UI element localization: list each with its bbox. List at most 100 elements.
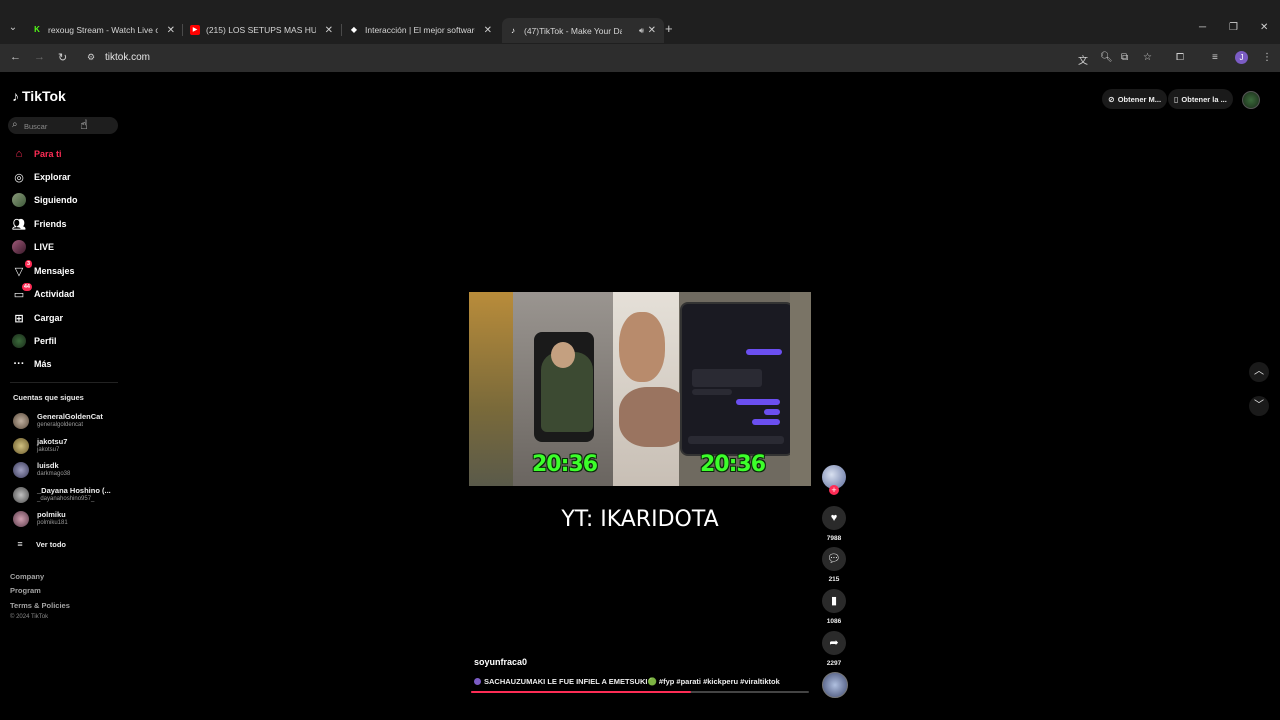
nav-cargar[interactable]: ⊞ Cargar [12,310,63,326]
caption-text: SACHAUZUMAKI LE FUE INFIEL A EMETSUKI🟢 #… [484,677,780,686]
nav-label: Siguiendo [34,195,78,205]
close-icon[interactable]: ✕ [167,25,175,36]
tab-tiktok-active[interactable]: ♪ (47)TikTok - Make Your Day 🔊︎ ✕ [502,18,664,43]
video-progress-fill [471,691,691,693]
tab-search-icon[interactable]: ⌄ [5,20,21,36]
copyright-text: © 2024 TikTok [10,614,49,620]
account-handle: _dayanahoshino957_ [37,496,95,502]
see-all-link[interactable]: ≡ Ver todo [13,539,66,549]
forward-icon[interactable]: → [34,51,45,63]
speaker-icon[interactable]: 🔊︎ [639,26,644,36]
menu-dots-icon[interactable]: ⋮ [1262,52,1272,63]
account-name: luisdk [37,461,59,470]
back-icon[interactable]: ← [10,51,21,63]
profile-icon [12,334,26,348]
nav-friends[interactable]: 👥︎ Friends [12,216,67,232]
emoji-icon [474,678,481,685]
new-tab-button[interactable]: + [665,21,673,36]
close-icon[interactable]: ✕ [484,25,492,36]
following-account[interactable]: GeneralGoldenCat generalgoldencat [13,412,103,429]
share-icon: ➦ [829,637,839,649]
like-count: 7988 [826,535,842,542]
following-section-title: Cuentas que sigues [13,393,84,402]
address-bar[interactable]: tiktok.com [105,52,150,63]
follow-plus-icon[interactable]: + [829,485,839,495]
messages-icon: ▽ 3 [14,260,32,278]
bookmark-icon: ▮ [830,595,838,607]
share-button[interactable]: ➦ [822,631,846,655]
nav-mas[interactable]: ··· Más [12,356,52,372]
comment-button[interactable]: 💬︎ [822,547,846,571]
footer-company-link[interactable]: Company [10,572,44,581]
pill-label: Obtener la ... [1181,94,1227,104]
get-app-button[interactable]: ▯ Obtener la ... [1168,89,1233,109]
video-progress-bar[interactable] [471,691,809,693]
avatar [13,486,29,503]
video-player[interactable]: 20:36 20:36 [469,292,811,486]
more-icon: ··· [13,358,25,370]
account-name: _Dayana Hoshino (... [37,486,111,495]
following-account[interactable]: jakotsu7 jakotsu7 [13,437,67,454]
video-frame-right [790,292,811,486]
profile-avatar[interactable]: J [1235,51,1248,64]
music-disc-icon[interactable] [822,672,848,698]
user-avatar[interactable] [1242,91,1260,109]
video-author[interactable]: soyunfraca0 [474,657,527,667]
account-handle: darkmago38 [37,471,71,477]
close-icon[interactable]: ✕ [648,25,656,36]
tab-divider [341,24,342,36]
following-account[interactable]: luisdk darkmago38 [13,461,70,478]
list-icon: ≡ [17,539,23,549]
avatar [13,510,29,527]
minimize-icon[interactable]: ─ [1199,22,1206,33]
window-close-icon[interactable]: ✕ [1260,22,1268,33]
previous-video-button[interactable]: ︿ [1249,362,1269,382]
translate-icon[interactable]: 文 [1078,52,1088,67]
site-info-icon[interactable]: ⚙ [87,52,97,62]
nav-label: Mensajes [34,266,75,276]
nav-siguiendo[interactable]: Siguiendo [12,192,78,208]
tiktok-logo[interactable]: ♪ TikTok [12,88,66,104]
nav-explorar[interactable]: ◎ Explorar [12,169,70,185]
bookmark-star-icon[interactable]: ☆ [1143,52,1152,63]
get-coins-button[interactable]: ⊘ Obtener M... [1102,89,1168,109]
nav-label: Perfil [34,336,57,346]
nav-perfil[interactable]: Perfil [12,333,57,349]
avatar [13,461,29,478]
share-count: 2297 [826,660,842,667]
close-icon[interactable]: ✕ [325,25,333,36]
tab-youtube[interactable]: ▶ (215) LOS SETUPS MAS HUMILD ✕ [190,19,333,41]
logo-text: TikTok [22,88,66,104]
nav-mensajes[interactable]: ▽ 3 Mensajes [12,260,75,279]
tab-interaccion[interactable]: ◆ Interacción | El mejor software ✕ [349,19,492,41]
reload-icon[interactable]: ↻ [58,51,67,64]
nav-label: Para ti [34,149,62,159]
footer-program-link[interactable]: Program [10,586,41,595]
install-app-icon[interactable]: ⧉ [1121,52,1128,63]
save-count: 1086 [826,618,842,625]
nav-live[interactable]: LIVE [12,239,54,255]
extensions-icon[interactable]: ⧠ [1176,52,1184,63]
search-input[interactable] [22,119,106,134]
nav-actividad[interactable]: ▭ 44 Actividad [12,283,75,302]
like-button[interactable]: ♥ [822,506,846,530]
next-video-button[interactable]: ﹀ [1249,396,1269,416]
nav-para-ti[interactable]: ⌂ Para ti [12,146,62,162]
account-handle: polmiku181 [37,520,68,526]
video-timer-left: 20:36 [532,452,598,477]
upload-icon: ⊞ [14,312,24,325]
zoom-icon[interactable]: 🔍︎ [1100,52,1113,63]
following-account[interactable]: _Dayana Hoshino (... _dayanahoshino957_ [13,486,111,503]
account-handle: jakotsu7 [37,447,60,453]
tab-kick[interactable]: K rexoug Stream - Watch Live on ✕ [32,19,175,41]
tiktok-note-icon: ♪ [12,88,19,104]
following-account[interactable]: polmiku polmiku181 [13,510,68,527]
chevron-down-icon: ﹀ [1254,400,1264,411]
media-control-icon[interactable]: ≡ [1212,52,1218,63]
video-frame-left [469,292,513,486]
search-box[interactable]: ⌕ [8,117,118,134]
save-button[interactable]: ▮ [822,589,846,613]
restore-icon[interactable]: ❐ [1229,22,1238,33]
footer-terms-link[interactable]: Terms & Policies [10,601,70,610]
account-handle: generalgoldencat [37,422,84,428]
